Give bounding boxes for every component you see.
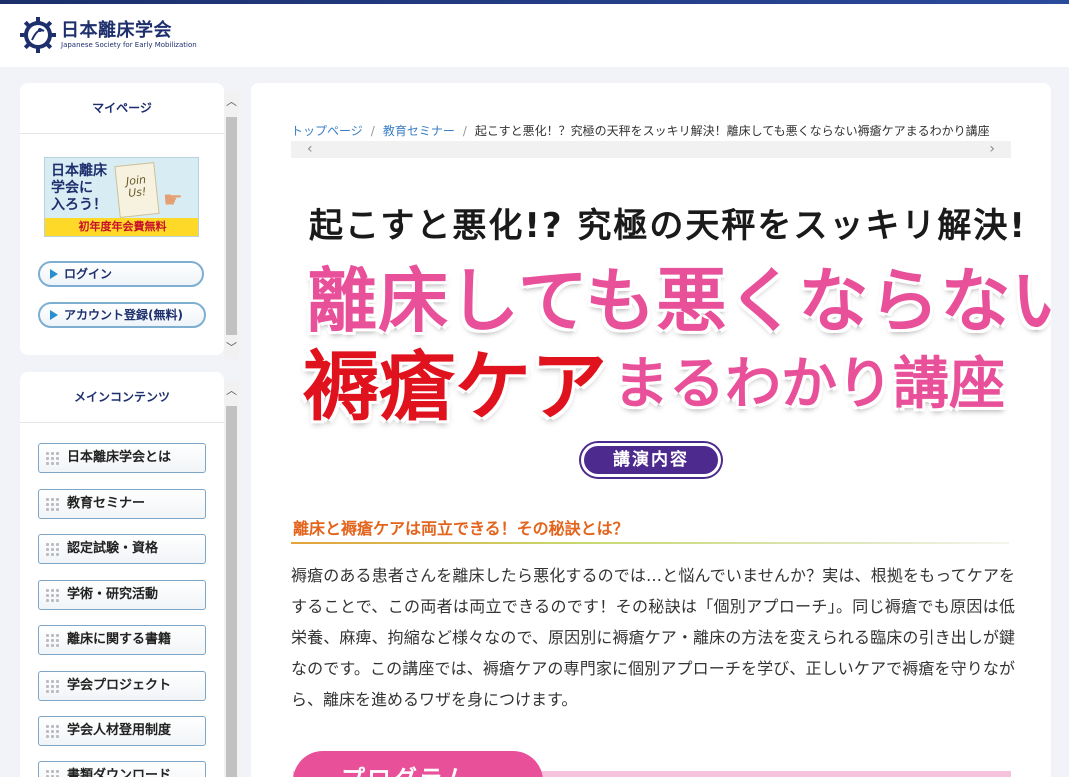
nav-item-research[interactable]: 学術・研究活動 — [38, 580, 206, 610]
lecture-content-badge: 講演内容 — [581, 443, 721, 477]
section-body: 褥瘡のある患者さんを離床したら悪化するのでは…と悩んでいませんか？実は、根拠をも… — [291, 566, 1015, 709]
nav-item-certification[interactable]: 認定試験・資格 — [38, 534, 206, 564]
grip-dots-icon — [45, 542, 59, 556]
mypage-title: マイページ — [92, 101, 152, 115]
play-triangle-icon — [50, 269, 58, 279]
divider — [20, 133, 224, 134]
maincontents-scrollbar[interactable]: ︿ — [224, 380, 239, 777]
logo-subtitle: Japanese Society for Early Mobilization — [61, 40, 197, 49]
grip-dots-icon — [45, 724, 59, 738]
logo-title: 日本離床学会 — [61, 19, 172, 41]
gear-emblem-icon — [20, 17, 56, 53]
main-content: トップページ / 教育セミナー / 起こすと悪化！？究極の天秤をスッキリ解決！離床しても… — [251, 83, 1051, 777]
register-label: アカウント登録(無料) — [64, 308, 183, 322]
join-banner[interactable]: 日本離床 学会に 入ろう！ Join Us! ☛ 初年度年会費無料 — [44, 157, 199, 237]
breadcrumb-separator: / — [462, 124, 467, 138]
hero-title-course: まるわかり講座 — [613, 352, 1005, 417]
nav-item-label: 学会人材登用制度 — [67, 723, 172, 738]
banner-text: 日本離床 学会に 入ろう！ — [51, 163, 107, 213]
scroll-down-icon[interactable]: ﹀ — [224, 341, 239, 355]
scroll-left-icon[interactable]: ‹ — [307, 141, 313, 158]
nav-item-seminar[interactable]: 教育セミナー — [38, 489, 206, 519]
program-heading: プログラム — [293, 751, 543, 777]
nav-item-about[interactable]: 日本離床学会とは — [38, 443, 206, 473]
scroll-up-icon[interactable]: ︿ — [224, 95, 239, 109]
heading-underline — [291, 542, 1009, 544]
grip-dots-icon — [45, 588, 59, 602]
grip-dots-icon — [45, 769, 59, 777]
play-triangle-icon — [50, 310, 58, 320]
maincontents-title: メインコンテンツ — [73, 390, 170, 404]
nav-item-label: 教育セミナー — [67, 496, 146, 511]
nav-item-label: 日本離床学会とは — [67, 450, 172, 465]
mypage-panel: マイページ 日本離床 学会に 入ろう！ Join Us! ☛ 初年度年会費無料 … — [20, 83, 224, 355]
breadcrumb-separator: / — [370, 124, 375, 138]
nav-item-recruit[interactable]: 学会人材登用制度 — [38, 716, 206, 746]
nav-item-downloads[interactable]: 書類ダウンロード — [38, 761, 206, 777]
site-header: 日本離床学会 Japanese Society for Early Mobili… — [0, 4, 1069, 67]
nav-item-label: 学会プロジェクト — [67, 678, 172, 693]
scroll-up-icon[interactable]: ︿ — [224, 384, 239, 398]
scrollbar-thumb[interactable] — [226, 406, 237, 777]
section-heading: 離床と褥瘡ケアは両立できる！その秘訣とは？ — [293, 519, 629, 538]
nav-item-label: 離床に関する書籍 — [67, 632, 172, 647]
grip-dots-icon — [45, 497, 59, 511]
login-label: ログイン — [64, 267, 113, 281]
mypage-scrollbar[interactable]: ︿ ﹀ — [224, 91, 239, 359]
breadcrumb-scrollbar[interactable]: ‹ › — [291, 141, 1011, 158]
grip-dots-icon — [45, 679, 59, 693]
breadcrumb-current: 起こすと悪化！？究極の天秤をスッキリ解決！離床しても悪くならない褥瘡ケアまるわか… — [474, 124, 990, 138]
nav-item-books[interactable]: 離床に関する書籍 — [38, 625, 206, 655]
divider — [20, 422, 224, 423]
nav-item-label: 認定試験・資格 — [67, 541, 159, 556]
grip-dots-icon — [45, 451, 59, 465]
breadcrumb-seminar[interactable]: 教育セミナー — [383, 124, 455, 138]
nav-item-projects[interactable]: 学会プロジェクト — [38, 671, 206, 701]
banner-strip: 初年度年会費無料 — [45, 218, 198, 236]
register-button[interactable]: アカウント登録(無料) — [38, 302, 206, 328]
scrollbar-thumb[interactable] — [226, 117, 237, 335]
login-button[interactable]: ログイン — [38, 261, 204, 287]
banner-join-card: Join Us! — [114, 162, 160, 218]
hero-title-pressure-ulcer: 褥瘡ケア — [303, 342, 607, 431]
pointing-hand-icon: ☛ — [163, 188, 183, 213]
grip-dots-icon — [45, 633, 59, 647]
nav-item-label: 学術・研究活動 — [67, 587, 159, 602]
nav-item-label: 書類ダウンロード — [67, 768, 172, 777]
hero-tagline: 起こすと悪化!? 究極の天秤をスッキリ解決! — [309, 206, 1027, 246]
breadcrumb-home[interactable]: トップページ — [291, 124, 363, 138]
maincontents-panel: メインコンテンツ 日本離床学会とは 教育セミナー 認定試験・資格 学術・研究活動… — [20, 372, 224, 777]
breadcrumb: トップページ / 教育セミナー / 起こすと悪化！？究極の天秤をスッキリ解決！離床しても… — [291, 122, 990, 139]
scroll-right-icon[interactable]: › — [989, 141, 995, 158]
site-logo[interactable]: 日本離床学会 Japanese Society for Early Mobili… — [20, 17, 197, 53]
